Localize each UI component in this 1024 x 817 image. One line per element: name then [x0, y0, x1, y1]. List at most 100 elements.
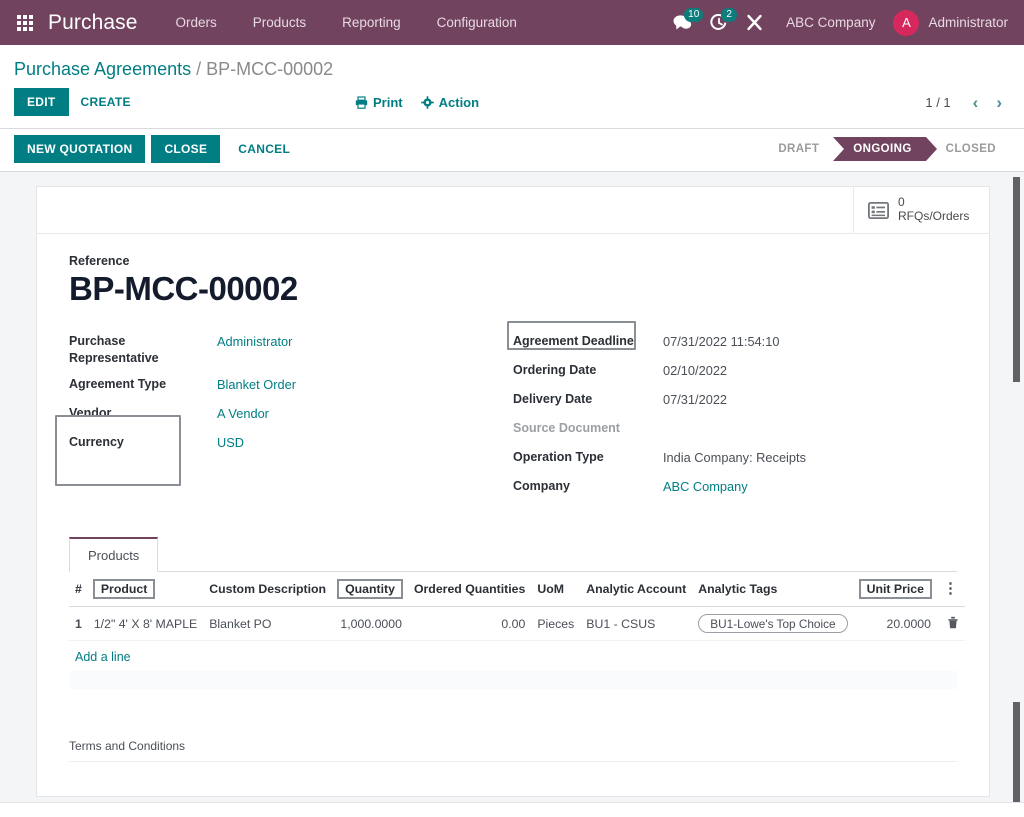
- print-dropdown[interactable]: Print: [355, 95, 403, 110]
- app-brand-purchase[interactable]: Purchase: [48, 11, 138, 35]
- value-ordering-date[interactable]: 02/10/2022: [663, 358, 727, 383]
- reference-label: Reference: [69, 254, 130, 268]
- close-agreement-button[interactable]: CLOSE: [151, 135, 221, 163]
- form-view-body: 0 RFQs/Orders Reference BP-MCC-00002 Pur…: [0, 172, 1024, 802]
- company-switcher[interactable]: ABC Company: [772, 15, 889, 30]
- top-navbar: Purchase Orders Products Reporting Confi…: [0, 0, 1024, 45]
- order-lines-body: 1 1/2" 4' X 8' MAPLE Blanket PO 1,000.00…: [69, 606, 965, 672]
- scrollbar-thumb-bottom[interactable]: [1013, 702, 1020, 802]
- gear-icon: [420, 95, 434, 109]
- apps-menu-button[interactable]: [8, 0, 42, 45]
- label-vendor: Vendor: [69, 406, 112, 421]
- user-name-label: Administrator: [928, 15, 1008, 30]
- user-menu[interactable]: A Administrator: [889, 9, 1012, 36]
- cell-analytic-tags[interactable]: BU1-Lowe's Top Choice: [692, 606, 854, 642]
- label-agreement-type: Agreement Type: [69, 377, 167, 392]
- column-unit-price: Unit Price: [853, 572, 937, 608]
- new-quotation-button[interactable]: NEW QUOTATION: [14, 135, 146, 163]
- list-lines-icon: [868, 201, 889, 219]
- order-lines-header: # Product Custom Description Quantity Or…: [69, 572, 965, 608]
- stage-draft[interactable]: DRAFT: [758, 137, 833, 161]
- cell-delete[interactable]: [936, 606, 965, 642]
- action-label: Action: [438, 94, 480, 110]
- column-quantity: Quantity: [332, 572, 408, 608]
- grid-apps-icon: [17, 14, 33, 31]
- column-ordered-quantities: Ordered Quantities: [407, 572, 532, 608]
- cell-ordered-quantities[interactable]: 0.00: [407, 606, 532, 642]
- scrollbar-thumb-top[interactable]: [1013, 177, 1020, 382]
- control-panel-actions: EDIT CREATE Print Action 1 / 1 ‹ ›: [0, 84, 1024, 128]
- analytic-tag-pill[interactable]: BU1-Lowe's Top Choice: [698, 614, 848, 634]
- breadcrumb: Purchase Agreements / BP-MCC-00002: [0, 45, 1024, 84]
- breadcrumb-root[interactable]: Purchase Agreements: [14, 59, 191, 80]
- bottom-strip: [0, 802, 1024, 814]
- cell-product[interactable]: 1/2" 4' X 8' MAPLE: [87, 606, 204, 642]
- printer-icon: [355, 95, 368, 109]
- avatar: A: [893, 9, 920, 36]
- value-agreement-deadline[interactable]: 07/31/2022 11:54:10: [663, 329, 779, 354]
- cell-custom-description[interactable]: Blanket PO: [203, 606, 333, 642]
- add-line-cell: Add a line: [69, 641, 965, 672]
- action-dropdown[interactable]: Action: [420, 94, 480, 110]
- field-currency: Currency USD: [69, 430, 513, 458]
- notebook: Products # Product Custom Description Qu…: [69, 537, 965, 690]
- label-ordering-date: Ordering Date: [513, 363, 597, 378]
- control-panel-center-actions: Print Action: [355, 95, 479, 110]
- tab-products[interactable]: Products: [69, 537, 159, 573]
- edit-button[interactable]: EDIT: [14, 88, 69, 116]
- terms-and-conditions-label: Terms and Conditions: [69, 739, 957, 763]
- pager-previous-button[interactable]: ‹: [965, 94, 987, 111]
- rfqs-orders-count: 0: [898, 195, 905, 210]
- workflow-buttons: NEW QUOTATION CLOSE CANCEL: [14, 135, 302, 163]
- reference-value: BP-MCC-00002: [69, 270, 298, 307]
- value-purchase-representative[interactable]: Administrator: [217, 329, 292, 354]
- right-field-group: Agreement Deadline 07/31/2022 11:54:10 O…: [507, 321, 957, 503]
- sheet-content: Reference BP-MCC-00002 Purchase Represen…: [37, 234, 989, 763]
- vertical-scrollbar[interactable]: [1008, 172, 1022, 802]
- label-currency: Currency: [69, 435, 124, 450]
- column-product-label: Product: [92, 579, 156, 600]
- add-a-line-link[interactable]: Add a line: [75, 650, 131, 664]
- cell-uom[interactable]: Pieces: [531, 606, 581, 642]
- column-quantity-label: Quantity: [337, 579, 403, 600]
- cell-quantity[interactable]: 1,000.0000: [332, 606, 408, 642]
- value-agreement-type[interactable]: Blanket Order: [217, 372, 296, 397]
- field-agreement-deadline: Agreement Deadline 07/31/2022 11:54:10: [507, 321, 957, 357]
- value-currency[interactable]: USD: [217, 430, 244, 455]
- value-company[interactable]: ABC Company: [663, 474, 748, 499]
- debug-tools-button[interactable]: [737, 0, 772, 45]
- field-company: Company ABC Company: [513, 474, 957, 502]
- column-analytic-account: Analytic Account: [580, 572, 693, 608]
- menu-item-reporting[interactable]: Reporting: [324, 0, 419, 45]
- cell-unit-price[interactable]: 20.0000: [853, 606, 937, 642]
- value-operation-type[interactable]: India Company: Receipts: [663, 445, 806, 470]
- vertical-dots-icon[interactable]: ⋮: [943, 581, 958, 596]
- field-ordering-date: Ordering Date 02/10/2022: [513, 358, 957, 386]
- value-delivery-date[interactable]: 07/31/2022: [663, 387, 727, 412]
- messages-button[interactable]: 10: [664, 0, 704, 45]
- cell-analytic-account[interactable]: BU1 - CSUS: [580, 606, 693, 642]
- create-button[interactable]: CREATE: [69, 88, 143, 116]
- stage-closed[interactable]: CLOSED: [926, 137, 1010, 161]
- pager-count: 1 / 1: [925, 94, 951, 110]
- column-uom: UoM: [531, 572, 581, 608]
- menu-item-configuration[interactable]: Configuration: [419, 0, 535, 45]
- column-custom-description: Custom Description: [203, 572, 333, 608]
- column-options: ⋮: [936, 572, 965, 608]
- pager-next-button[interactable]: ›: [988, 94, 1010, 111]
- table-row[interactable]: 1 1/2" 4' X 8' MAPLE Blanket PO 1,000.00…: [69, 606, 965, 642]
- trash-icon[interactable]: [943, 616, 959, 632]
- field-source-document: Source Document: [513, 416, 957, 444]
- wrench-tools-icon: [747, 14, 762, 31]
- rfqs-orders-smart-button[interactable]: 0 RFQs/Orders: [853, 187, 989, 233]
- menu-item-products[interactable]: Products: [235, 0, 324, 45]
- label-source-document: Source Document: [513, 421, 620, 436]
- notebook-tabs: Products: [69, 537, 957, 573]
- activities-button[interactable]: 2: [701, 0, 738, 45]
- cell-sequence: 1: [69, 606, 88, 642]
- breadcrumb-current: BP-MCC-00002: [206, 59, 334, 79]
- stage-ongoing[interactable]: ONGOING: [833, 137, 938, 161]
- value-vendor[interactable]: A Vendor: [217, 401, 269, 426]
- menu-item-orders[interactable]: Orders: [158, 0, 235, 45]
- cancel-button[interactable]: CANCEL: [226, 135, 302, 163]
